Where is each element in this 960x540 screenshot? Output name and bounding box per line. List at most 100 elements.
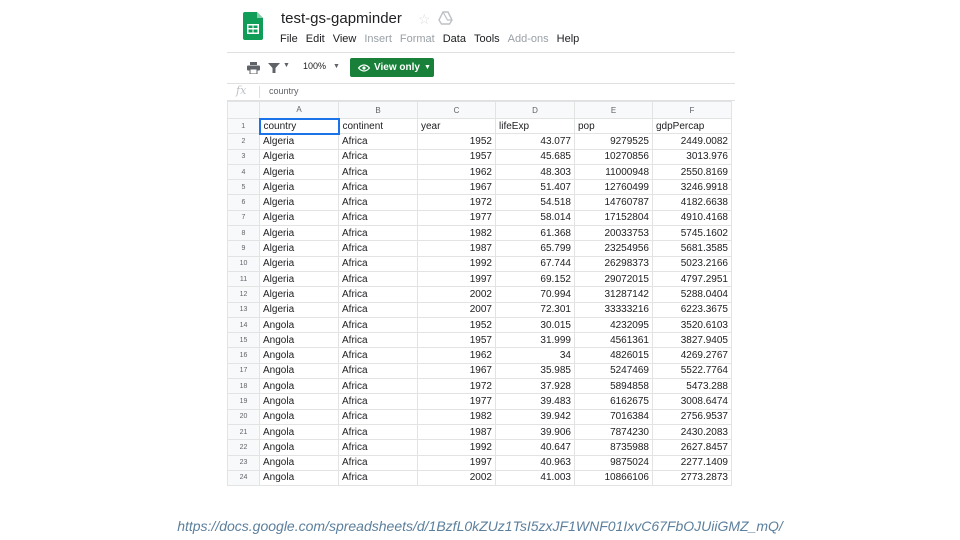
cell[interactable]: 4826015 bbox=[574, 347, 653, 364]
cell[interactable]: Algeria bbox=[259, 163, 339, 181]
cell[interactable]: 26298373 bbox=[574, 255, 653, 272]
cell[interactable]: 31.999 bbox=[495, 332, 575, 349]
cell[interactable]: 1952 bbox=[417, 133, 496, 150]
cell[interactable]: Angola bbox=[259, 378, 339, 395]
row-header[interactable]: 6 bbox=[227, 194, 260, 211]
cell[interactable]: pop bbox=[574, 117, 653, 135]
cell[interactable]: 20033753 bbox=[574, 225, 653, 242]
cell[interactable]: Angola bbox=[259, 423, 339, 441]
cell[interactable]: Angola bbox=[259, 347, 339, 364]
cell[interactable]: 35.985 bbox=[495, 362, 575, 380]
cell[interactable]: 2550.8169 bbox=[652, 163, 732, 181]
formula-input[interactable]: country bbox=[269, 86, 299, 96]
cell[interactable]: 1982 bbox=[417, 225, 496, 242]
cell[interactable]: 37.928 bbox=[495, 378, 575, 395]
row-header[interactable]: 5 bbox=[227, 179, 260, 196]
menu-help[interactable]: Help bbox=[557, 33, 580, 45]
column-header-b[interactable]: B bbox=[338, 101, 418, 119]
cell[interactable]: 5522.7764 bbox=[652, 362, 732, 380]
cell[interactable]: 3520.6103 bbox=[652, 316, 732, 334]
column-header-d[interactable]: D bbox=[495, 101, 575, 119]
menu-file[interactable]: File bbox=[280, 33, 298, 45]
cell[interactable]: 69.152 bbox=[495, 270, 575, 288]
cell[interactable]: 4561361 bbox=[574, 332, 653, 349]
cell[interactable]: Africa bbox=[338, 423, 418, 441]
row-header[interactable]: 17 bbox=[227, 362, 260, 380]
cell[interactable]: 1962 bbox=[417, 347, 496, 364]
cell[interactable]: 1967 bbox=[417, 179, 496, 196]
cell[interactable]: Algeria bbox=[259, 209, 339, 227]
cell[interactable]: Africa bbox=[338, 332, 418, 349]
zoom-select[interactable]: 100% bbox=[303, 61, 326, 71]
cell[interactable]: 3013.976 bbox=[652, 148, 732, 165]
cell[interactable]: 1977 bbox=[417, 209, 496, 227]
cell[interactable]: Africa bbox=[338, 148, 418, 165]
print-icon[interactable] bbox=[247, 62, 260, 74]
cell[interactable]: 39.483 bbox=[495, 393, 575, 410]
cell[interactable]: 1997 bbox=[417, 270, 496, 288]
row-header[interactable]: 19 bbox=[227, 393, 260, 410]
row-header[interactable]: 3 bbox=[227, 148, 260, 165]
cell[interactable]: 41.003 bbox=[495, 469, 575, 487]
cell[interactable]: 29072015 bbox=[574, 270, 653, 288]
cell[interactable]: Africa bbox=[338, 408, 418, 425]
view-only-button[interactable]: View only ▼ bbox=[350, 58, 434, 77]
cell[interactable]: 4182.6638 bbox=[652, 194, 732, 211]
column-header-c[interactable]: C bbox=[417, 101, 496, 119]
row-header[interactable]: 18 bbox=[227, 378, 260, 395]
cell[interactable]: 7874230 bbox=[574, 423, 653, 441]
row-header[interactable]: 14 bbox=[227, 316, 260, 334]
cell[interactable]: 1972 bbox=[417, 378, 496, 395]
cell[interactable]: Africa bbox=[338, 439, 418, 456]
cell[interactable]: Africa bbox=[338, 316, 418, 334]
cell[interactable]: 54.518 bbox=[495, 194, 575, 211]
chevron-down-icon[interactable]: ▼ bbox=[283, 62, 290, 69]
cell[interactable]: 72.301 bbox=[495, 301, 575, 318]
cell[interactable]: Africa bbox=[338, 286, 418, 303]
row-header[interactable]: 24 bbox=[227, 469, 260, 487]
cell[interactable]: Angola bbox=[259, 408, 339, 425]
row-header[interactable]: 12 bbox=[227, 286, 260, 303]
cell[interactable]: Africa bbox=[338, 225, 418, 242]
menu-tools[interactable]: Tools bbox=[474, 33, 500, 45]
cell[interactable]: 40.963 bbox=[495, 454, 575, 471]
filter-icon[interactable] bbox=[268, 62, 280, 74]
drive-folder-icon[interactable] bbox=[438, 11, 453, 25]
cell[interactable]: 12760499 bbox=[574, 179, 653, 196]
column-header-e[interactable]: E bbox=[574, 101, 653, 119]
cell[interactable]: 1962 bbox=[417, 163, 496, 181]
cell[interactable]: 1982 bbox=[417, 408, 496, 425]
cell[interactable]: Algeria bbox=[259, 133, 339, 150]
row-header[interactable]: 20 bbox=[227, 408, 260, 425]
cell[interactable]: 31287142 bbox=[574, 286, 653, 303]
cell[interactable]: 67.744 bbox=[495, 255, 575, 272]
cell[interactable]: Algeria bbox=[259, 225, 339, 242]
cell[interactable]: Africa bbox=[338, 469, 418, 487]
cell[interactable]: 2277.1409 bbox=[652, 454, 732, 471]
row-header[interactable]: 15 bbox=[227, 332, 260, 349]
cell[interactable]: 1967 bbox=[417, 362, 496, 380]
cell[interactable]: Africa bbox=[338, 240, 418, 257]
cell[interactable]: 39.906 bbox=[495, 423, 575, 441]
column-header-f[interactable]: F bbox=[652, 101, 732, 119]
cell[interactable]: 1952 bbox=[417, 316, 496, 334]
cell[interactable]: 6223.3675 bbox=[652, 301, 732, 318]
row-header[interactable]: 2 bbox=[227, 133, 260, 150]
cell[interactable]: Algeria bbox=[259, 179, 339, 196]
row-header[interactable]: 7 bbox=[227, 209, 260, 227]
cell[interactable]: Africa bbox=[338, 163, 418, 181]
cell[interactable]: 65.799 bbox=[495, 240, 575, 257]
menu-data[interactable]: Data bbox=[443, 33, 466, 45]
row-header[interactable]: 9 bbox=[227, 240, 260, 257]
cell[interactable]: 10866106 bbox=[574, 469, 653, 487]
cell[interactable]: 2007 bbox=[417, 301, 496, 318]
cell[interactable]: Africa bbox=[338, 301, 418, 318]
cell[interactable]: 3827.9405 bbox=[652, 332, 732, 349]
cell[interactable]: 6162675 bbox=[574, 393, 653, 410]
cell[interactable]: 8735988 bbox=[574, 439, 653, 456]
cell[interactable]: continent bbox=[338, 117, 418, 135]
cell[interactable]: 30.015 bbox=[495, 316, 575, 334]
row-header[interactable]: 23 bbox=[227, 454, 260, 471]
cell[interactable]: 2002 bbox=[417, 469, 496, 487]
chevron-down-icon[interactable]: ▼ bbox=[333, 63, 340, 70]
